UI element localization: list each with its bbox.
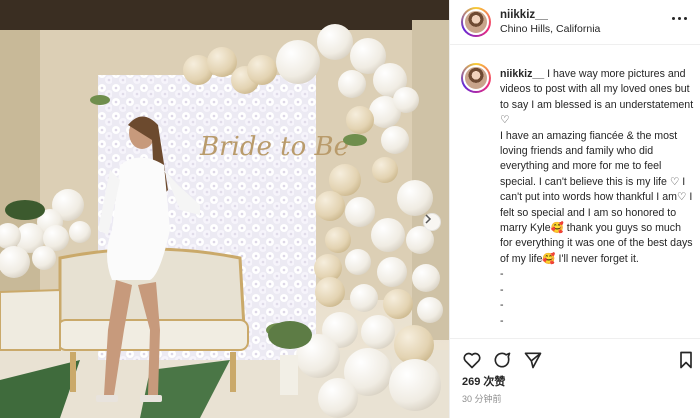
likes-count[interactable]: 269 次赞 — [462, 373, 505, 389]
heart-icon[interactable] — [462, 350, 482, 370]
post-side-panel: niikkiz__ Chino Hills, California niikki… — [449, 0, 700, 418]
sign-text: Bride to Be — [199, 132, 349, 162]
photo-scene: Bride to Be — [0, 0, 449, 418]
caption-username-link[interactable]: niikkiz__ — [500, 68, 544, 80]
caption-text: I have way more pictures and videos to p… — [500, 68, 694, 333]
username-link[interactable]: niikkiz__ — [500, 9, 548, 21]
bookmark-icon[interactable] — [676, 350, 696, 370]
post-photo[interactable]: Bride to Be — [0, 0, 449, 418]
caption-avatar[interactable] — [461, 63, 491, 93]
post-caption: niikkiz__ I have way more pictures and v… — [461, 63, 696, 333]
paper-plane-icon[interactable] — [523, 350, 543, 370]
post-timestamp[interactable]: 30 分钟前 — [462, 392, 502, 405]
carousel-next-button[interactable] — [423, 213, 441, 231]
comment-icon[interactable] — [492, 350, 512, 370]
avatar[interactable] — [461, 7, 491, 37]
more-options-icon[interactable] — [668, 12, 690, 24]
action-bar — [450, 338, 700, 378]
chevron-right-icon — [425, 214, 432, 224]
location-link[interactable]: Chino Hills, California — [500, 23, 600, 35]
caption-body: niikkiz__ I have way more pictures and v… — [500, 67, 696, 333]
post-header: niikkiz__ Chino Hills, California — [450, 0, 700, 45]
